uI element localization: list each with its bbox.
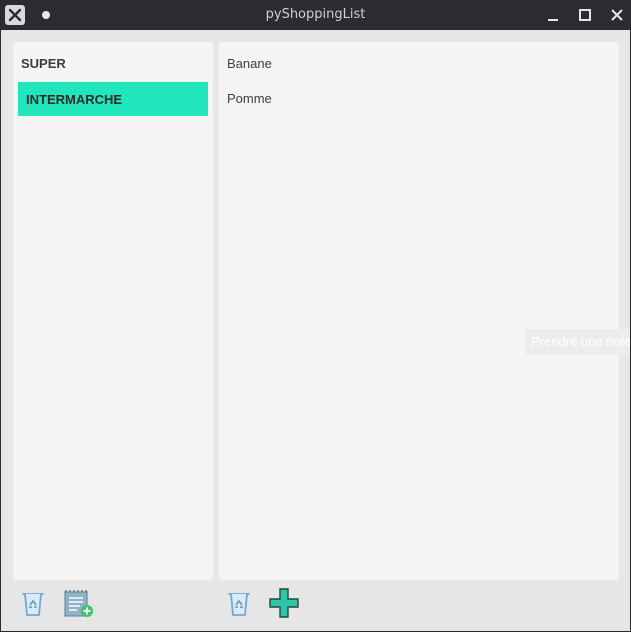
item-list[interactable]: Banane Pomme — [219, 42, 619, 580]
maximize-button[interactable] — [577, 7, 593, 23]
title-bar[interactable]: pyShoppingList — [1, 1, 630, 30]
add-item-button[interactable] — [268, 587, 300, 619]
recycle-bin-icon — [228, 593, 250, 616]
minimize-button[interactable] — [545, 7, 561, 23]
recycle-bin-icon — [22, 593, 44, 616]
list-item-pomme[interactable]: Pomme — [227, 85, 272, 111]
close-icon — [611, 9, 623, 21]
plus-icon — [269, 588, 299, 618]
store-item-super[interactable]: SUPER — [18, 46, 208, 80]
store-list[interactable]: SUPER INTERMARCHE — [13, 42, 213, 580]
app-window: pyShoppingList SUPER INTERMARCHE Banane … — [0, 0, 631, 632]
add-store-button[interactable] — [62, 587, 94, 619]
close-button[interactable] — [609, 7, 625, 23]
window-title: pyShoppingList — [265, 7, 366, 22]
add-list-icon — [64, 590, 93, 617]
minimize-icon — [548, 19, 558, 21]
delete-store-button[interactable] — [17, 587, 49, 619]
maximize-icon — [579, 9, 591, 21]
note-tooltip: Prendre une note — [526, 329, 630, 355]
store-item-intermarche[interactable]: INTERMARCHE — [18, 82, 208, 116]
list-item-banane[interactable]: Banane — [227, 50, 272, 76]
delete-item-button[interactable] — [223, 587, 255, 619]
